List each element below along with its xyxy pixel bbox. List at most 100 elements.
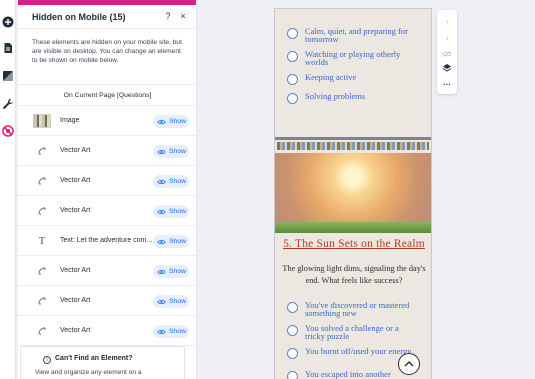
- radio-button[interactable]: [287, 348, 298, 359]
- section-label: On Current Page [Questions]: [18, 84, 196, 106]
- answer-option[interactable]: Calm, quiet, and preparing for tomorrow: [287, 27, 417, 43]
- show-button[interactable]: Show: [153, 235, 189, 248]
- eye-icon: [157, 299, 166, 304]
- show-label: Show: [169, 238, 187, 245]
- show-label: Show: [169, 328, 187, 335]
- option-label: You burnt off/used your energy: [305, 346, 412, 356]
- question-body: The glowing light dims, signaling the da…: [282, 264, 426, 285]
- hidden-item-label: Text: Let the adventure com...: [60, 237, 152, 244]
- section-toolbar: ↑ ↓ ···: [437, 10, 457, 94]
- hidden-item-row: Image Show: [18, 106, 196, 136]
- show-button[interactable]: Show: [153, 265, 189, 278]
- show-label: Show: [169, 268, 187, 275]
- info-icon: i: [43, 356, 51, 364]
- editor-canvas: Calm, quiet, and preparing for tomorrow …: [197, 0, 535, 379]
- answer-option[interactable]: Watching or playing otherly worlds: [287, 50, 417, 66]
- tools-icon[interactable]: [0, 96, 16, 112]
- show-label: Show: [169, 148, 187, 155]
- ornamental-border: [277, 142, 429, 150]
- hidden-item-label: Vector Art: [60, 297, 91, 304]
- hidden-item-row: Vector Art Show: [18, 286, 196, 316]
- radio-button[interactable]: [287, 93, 298, 104]
- answer-option[interactable]: You've discovered or mastered something …: [287, 301, 417, 317]
- scroll-up-button[interactable]: [398, 353, 420, 375]
- show-button[interactable]: Show: [153, 145, 189, 158]
- vector-art-icon: [33, 292, 51, 310]
- hidden-item-row: Vector Art Show: [18, 316, 196, 346]
- vector-art-icon: [33, 202, 51, 220]
- design-icon[interactable]: [0, 68, 16, 84]
- add-icon[interactable]: [0, 14, 16, 30]
- eye-icon: [157, 329, 166, 334]
- hidden-item-row: Vector Art Show: [18, 136, 196, 166]
- answer-option[interactable]: You escaped into another: [287, 370, 417, 379]
- option-label: Solving problems: [305, 91, 366, 101]
- hidden-item-label: Vector Art: [60, 147, 91, 154]
- left-icon-rail: [0, 0, 16, 379]
- sunset-image-grass: [275, 222, 431, 233]
- cant-find-title: Can't Find an Element?: [55, 355, 133, 362]
- radio-button[interactable]: [287, 74, 298, 85]
- hidden-item-label: Vector Art: [60, 177, 91, 184]
- layers-icon[interactable]: [441, 62, 453, 74]
- eye-icon: [157, 119, 166, 124]
- hidden-item-label: Image: [60, 117, 80, 124]
- move-up-icon[interactable]: ↑: [441, 16, 453, 28]
- show-label: Show: [169, 208, 187, 215]
- answer-option[interactable]: Solving problems: [287, 92, 417, 104]
- hidden-elements-icon[interactable]: [0, 123, 16, 139]
- hidden-item-row: Vector Art Show: [18, 166, 196, 196]
- eye-icon: [157, 149, 166, 154]
- eye-icon: [157, 179, 166, 184]
- option-label: Calm, quiet, and preparing for tomorrow: [305, 26, 408, 44]
- hidden-item-row: Vector Art Show: [18, 256, 196, 286]
- question-heading: 5. The Sun Sets on the Realm: [283, 238, 425, 250]
- hidden-item-label: Vector Art: [60, 207, 91, 214]
- show-button[interactable]: Show: [153, 205, 189, 218]
- show-label: Show: [169, 178, 187, 185]
- answer-option[interactable]: Keeping active: [287, 73, 417, 85]
- show-button[interactable]: Show: [153, 175, 189, 188]
- radio-button[interactable]: [287, 28, 298, 39]
- close-button[interactable]: ×: [178, 10, 188, 22]
- divider-line: [275, 137, 431, 140]
- option-label: Watching or playing otherly worlds: [305, 49, 401, 67]
- move-down-icon[interactable]: ↓: [441, 31, 453, 43]
- hidden-item-label: Vector Art: [60, 267, 91, 274]
- vector-art-icon: [33, 172, 51, 190]
- eye-icon: [157, 269, 166, 274]
- cant-find-description: View and organize any element on a: [35, 369, 142, 376]
- show-button[interactable]: Show: [153, 295, 189, 308]
- answer-option[interactable]: You solved a challenge or a tricky puzzl…: [287, 324, 417, 340]
- radio-button[interactable]: [287, 325, 298, 336]
- show-label: Show: [169, 118, 187, 125]
- pages-icon[interactable]: [0, 40, 16, 56]
- option-label: You solved a challenge or a tricky puzzl…: [305, 323, 399, 341]
- text-icon: T: [38, 235, 46, 247]
- hidden-item-label: Vector Art: [60, 327, 91, 334]
- more-actions-icon[interactable]: ···: [441, 78, 453, 90]
- mobile-preview: Calm, quiet, and preparing for tomorrow …: [274, 8, 432, 379]
- hide-icon[interactable]: [441, 48, 453, 60]
- radio-button[interactable]: [287, 302, 298, 313]
- cant-find-element-box: i Can't Find an Element? View and organi…: [20, 346, 185, 379]
- vector-art-icon: [33, 142, 51, 160]
- answer-option[interactable]: You burnt off/used your energy: [287, 347, 417, 359]
- vector-art-icon: [33, 322, 51, 340]
- sunset-image: [275, 153, 431, 233]
- option-label: Keeping active: [305, 72, 357, 82]
- radio-button[interactable]: [287, 51, 298, 62]
- panel-description: These elements are hidden on your mobile…: [32, 39, 182, 64]
- help-button[interactable]: ?: [163, 10, 173, 22]
- hidden-on-mobile-panel: Hidden on Mobile (15) ? × These elements…: [18, 0, 197, 379]
- show-button[interactable]: Show: [153, 115, 189, 128]
- show-button[interactable]: Show: [153, 325, 189, 338]
- option-label: You've discovered or mastered something …: [305, 300, 410, 318]
- show-label: Show: [169, 298, 187, 305]
- radio-button[interactable]: [287, 371, 298, 379]
- image-thumbnail: [33, 112, 51, 130]
- vector-art-icon: [33, 262, 51, 280]
- chevron-up-icon: [404, 361, 414, 367]
- panel-title: Hidden on Mobile (15): [32, 11, 126, 22]
- hidden-item-row: T Text: Let the adventure com... Show: [18, 226, 196, 256]
